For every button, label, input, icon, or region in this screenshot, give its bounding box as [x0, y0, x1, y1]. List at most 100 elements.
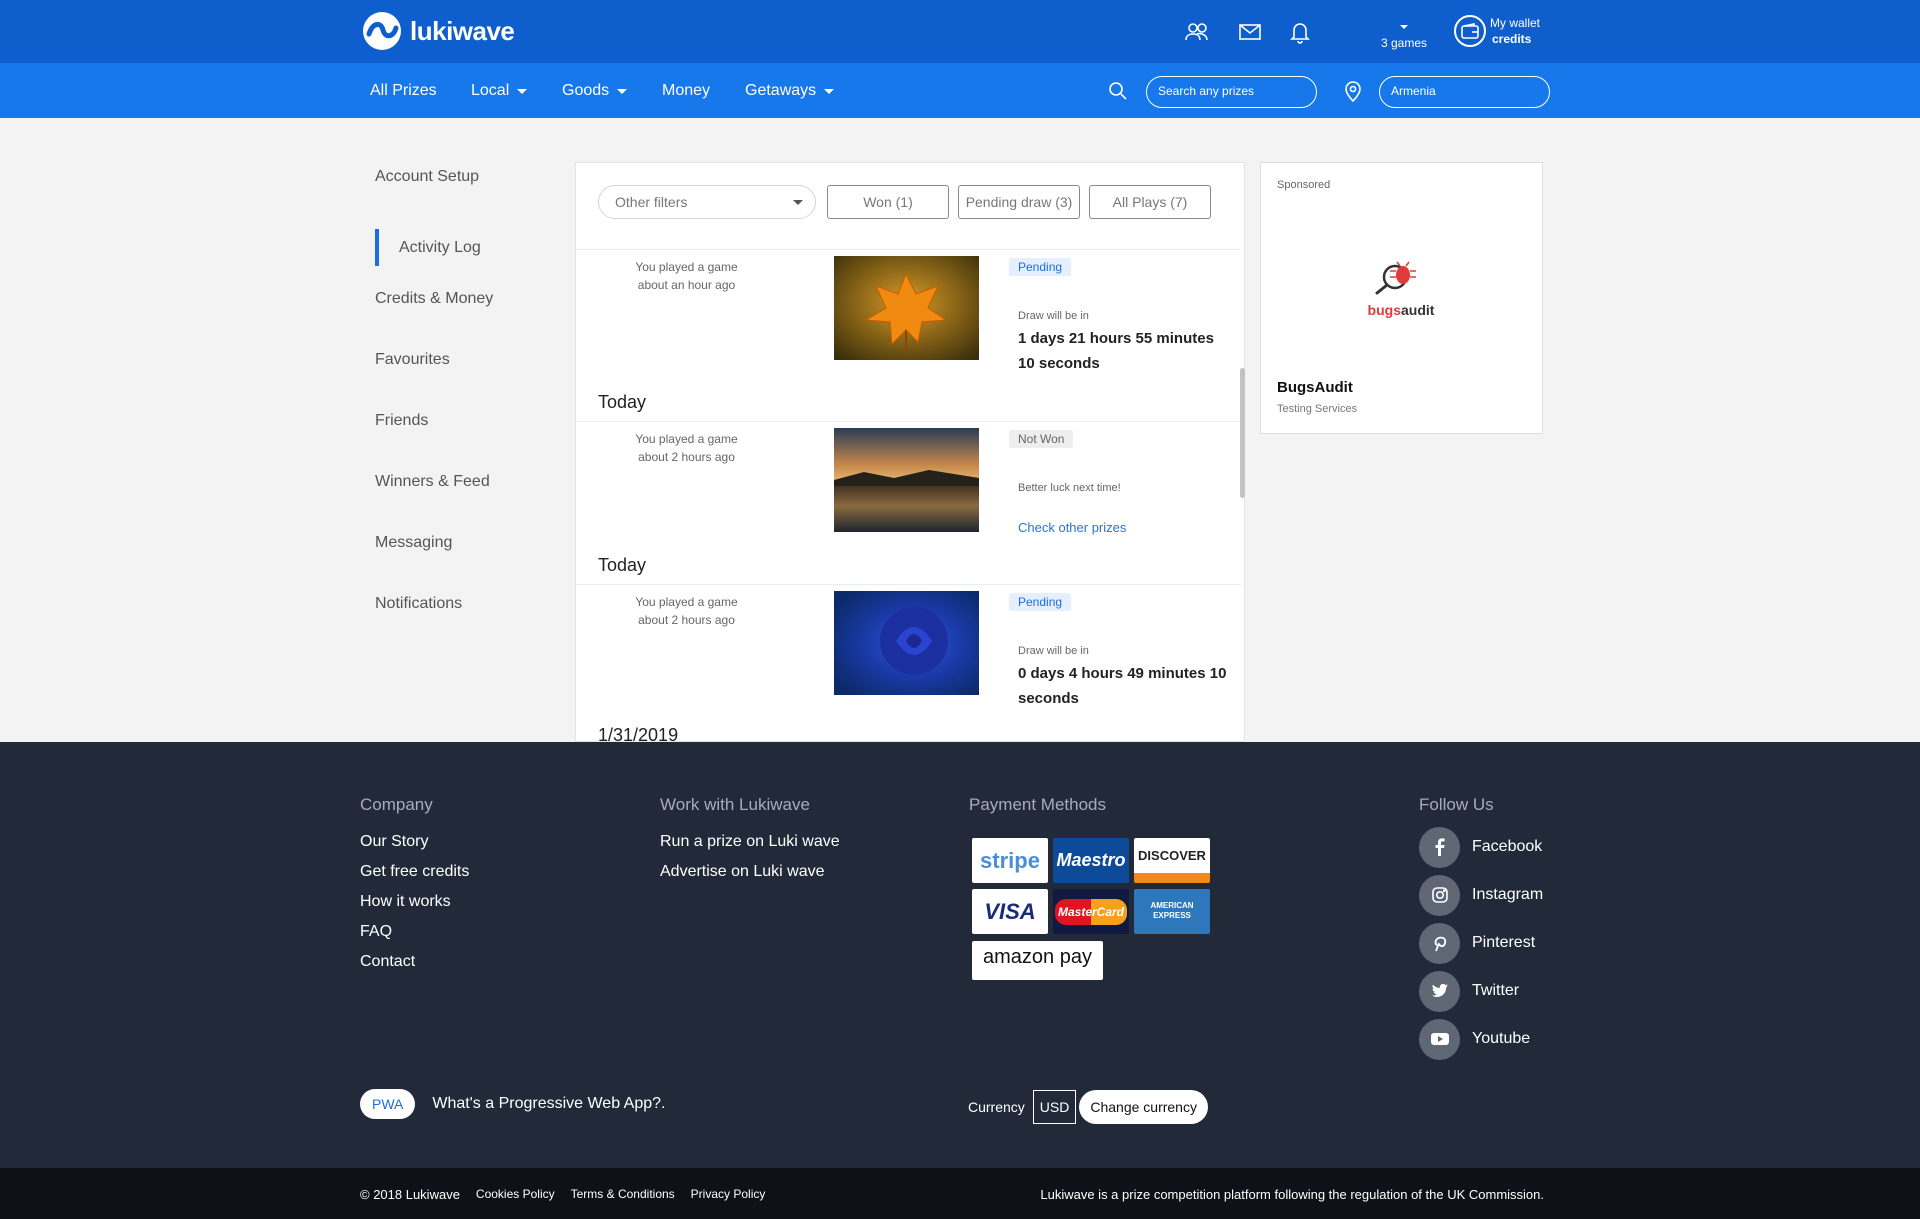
- nav-bar: All Prizes Local Goods Money Getaways Se…: [0, 63, 1920, 118]
- instagram-icon: [1419, 874, 1460, 916]
- footer-follow: Follow Us Facebook Instagram Pinterest T…: [1419, 795, 1543, 1063]
- activity-time: about an hour ago: [637, 278, 736, 292]
- wallet-label: My wallet: [1490, 16, 1541, 30]
- footer-link-free-credits[interactable]: Get free credits: [360, 863, 469, 893]
- footer: Company Our Story Get free credits How i…: [0, 742, 1920, 1168]
- sidebar-item-label: Friends: [375, 412, 429, 429]
- sidebar-item-account-setup[interactable]: Account Setup: [375, 168, 493, 229]
- bell-icon[interactable]: [1289, 20, 1315, 44]
- footer-heading: Follow Us: [1419, 795, 1494, 814]
- pwa-question-link[interactable]: What's a Progressive Web App?.: [432, 1095, 665, 1113]
- activity-time: about 2 hours ago: [638, 613, 735, 627]
- feed-scrollbar[interactable]: [1240, 368, 1245, 498]
- copyright: © 2018 Lukiwave: [360, 1187, 460, 1202]
- other-filters-dropdown[interactable]: Other filters: [598, 185, 816, 219]
- main-content: Account Setup Activity Log Credits & Mon…: [0, 118, 1920, 742]
- footer-link-how-it-works[interactable]: How it works: [360, 893, 469, 923]
- mail-icon[interactable]: [1238, 20, 1264, 44]
- activity-description: You played a game about an hour ago: [576, 258, 797, 294]
- instagram-link[interactable]: Instagram: [1419, 871, 1543, 919]
- pinterest-link[interactable]: Pinterest: [1419, 919, 1543, 967]
- games-count: 3 games: [1380, 36, 1428, 50]
- search-input[interactable]: Search any prizes: [1146, 76, 1317, 108]
- activity-description: You played a game about 2 hours ago: [576, 430, 797, 466]
- prize-image-lake-sunset[interactable]: [834, 428, 979, 532]
- sponsor-description: Testing Services: [1277, 403, 1358, 415]
- result-message: Better luck next time!: [1018, 482, 1121, 494]
- pwa-badge[interactable]: PWA: [360, 1089, 416, 1119]
- sidebar-item-activity-log[interactable]: Activity Log: [375, 229, 493, 266]
- facebook-icon: [1419, 826, 1460, 868]
- discover-logo: DISCOVER: [1134, 838, 1210, 883]
- sponsored-card[interactable]: Sponsored bugsaudit BugsAudit Testing Se…: [1260, 162, 1543, 434]
- cookies-policy-link[interactable]: Cookies Policy: [476, 1187, 555, 1202]
- footer-link-our-story[interactable]: Our Story: [360, 833, 469, 863]
- nav-local[interactable]: Local: [471, 82, 528, 100]
- sidebar-item-messaging[interactable]: Messaging: [375, 534, 493, 595]
- change-currency-button[interactable]: Change currency: [1079, 1090, 1208, 1124]
- chevron-down-icon: [517, 88, 528, 94]
- filter-won-button[interactable]: Won (1): [827, 185, 949, 219]
- chevron-down-icon: [617, 88, 628, 94]
- activity-time: about 2 hours ago: [638, 450, 735, 464]
- wallet-text: My wallet credits: [1490, 15, 1540, 47]
- wallet-button[interactable]: My wallet credits: [1454, 15, 1540, 47]
- footer-link-run-prize[interactable]: Run a prize on Luki wave: [660, 833, 840, 863]
- nav-goods[interactable]: Goods: [562, 82, 628, 100]
- status-badge: Pending: [1009, 593, 1072, 611]
- prize-image-autumn-leaf[interactable]: [834, 256, 979, 360]
- terms-link[interactable]: Terms & Conditions: [571, 1187, 675, 1202]
- sidebar-item-favourites[interactable]: Favourites: [375, 351, 493, 412]
- draw-label: Draw will be in: [1018, 645, 1089, 657]
- pwa-info: PWA What's a Progressive Web App?.: [360, 1089, 665, 1119]
- list-item[interactable]: You played a game about 2 hours ago Not …: [576, 421, 1241, 581]
- sidebar-item-credits-money[interactable]: Credits & Money: [375, 290, 493, 351]
- social-label: Pinterest: [1472, 934, 1536, 951]
- draw-label: Draw will be in: [1018, 310, 1089, 322]
- sidebar-item-friends[interactable]: Friends: [375, 412, 493, 473]
- check-other-prizes-link[interactable]: Check other prizes: [1018, 520, 1126, 535]
- list-item[interactable]: You played a game about 2 hours ago Pend…: [576, 584, 1241, 741]
- facebook-link[interactable]: Facebook: [1419, 823, 1543, 871]
- brand-logo[interactable]: lukiwave: [363, 12, 515, 50]
- footer-link-faq[interactable]: FAQ: [360, 923, 469, 953]
- sidebar-item-winners-feed[interactable]: Winners & Feed: [375, 473, 493, 534]
- twitter-link[interactable]: Twitter: [1419, 967, 1543, 1015]
- location-input[interactable]: Armenia: [1379, 76, 1550, 108]
- filter-pending-button[interactable]: Pending draw (3): [958, 185, 1080, 219]
- footer-link-advertise[interactable]: Advertise on Luki wave: [660, 863, 840, 893]
- lukiwave-logo-icon: [363, 12, 401, 50]
- nav-money[interactable]: Money: [662, 82, 710, 100]
- prize-image-blue-rose[interactable]: [834, 591, 979, 695]
- sponsor-name: BugsAudit: [1277, 379, 1353, 396]
- footer-company: Company Our Story Get free credits How i…: [360, 795, 469, 983]
- nav-label: Goods: [562, 82, 610, 99]
- nav-label: Money: [662, 82, 711, 99]
- nav-getaways[interactable]: Getaways: [745, 82, 835, 100]
- day-header: Today: [598, 392, 647, 412]
- status-badge: Pending: [1009, 258, 1072, 276]
- privacy-policy-link[interactable]: Privacy Policy: [691, 1187, 766, 1202]
- brand-name: lukiwave: [410, 15, 515, 46]
- location-pin-icon: [1344, 80, 1362, 107]
- social-label: Twitter: [1472, 982, 1520, 999]
- filter-all-plays-button[interactable]: All Plays (7): [1089, 185, 1211, 219]
- youtube-link[interactable]: Youtube: [1419, 1015, 1543, 1063]
- nav-label: All Prizes: [370, 82, 437, 99]
- search-icon[interactable]: [1108, 81, 1128, 106]
- sidebar-item-label: Favourites: [375, 351, 450, 368]
- maestro-logo: Maestro: [1053, 838, 1129, 883]
- bugsaudit-logo: bugsaudit: [1361, 261, 1441, 318]
- nav-label: Local: [471, 82, 510, 99]
- games-counter[interactable]: 3 games: [1374, 18, 1434, 50]
- stripe-logo: stripe: [972, 838, 1048, 883]
- day-header: 1/31/2019: [598, 725, 679, 742]
- sidebar-item-label: Account Setup: [375, 168, 480, 185]
- list-item[interactable]: You played a game about an hour ago Pend…: [576, 249, 1241, 389]
- draw-countdown: 1 days 21 hours 55 minutes 10 seconds: [1018, 330, 1214, 372]
- filter-bar: Other filters Won (1) Pending draw (3) A…: [598, 185, 1211, 219]
- friends-icon[interactable]: [1184, 20, 1210, 44]
- sidebar-item-notifications[interactable]: Notifications: [375, 595, 493, 656]
- footer-link-contact[interactable]: Contact: [360, 953, 469, 983]
- nav-all-prizes[interactable]: All Prizes: [370, 82, 437, 100]
